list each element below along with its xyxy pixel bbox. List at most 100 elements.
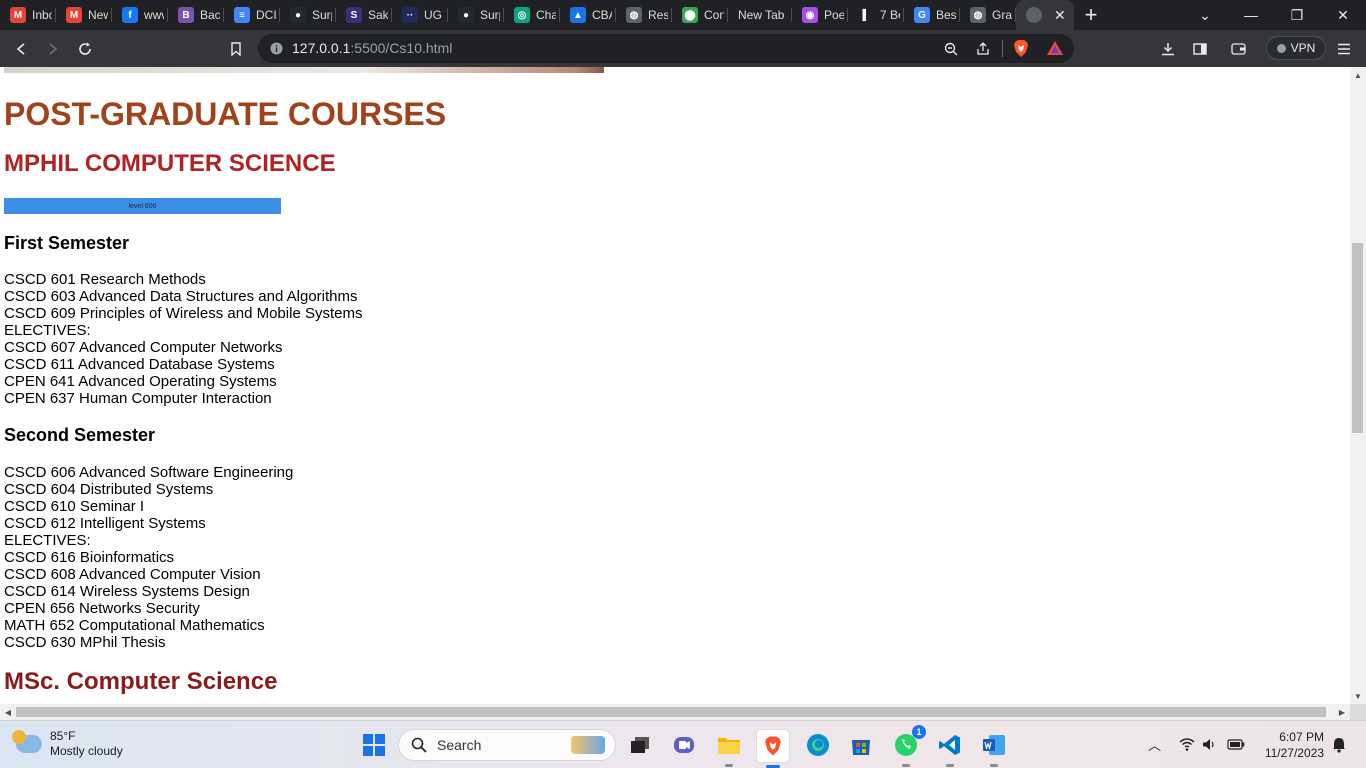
tab-search-chevron-icon[interactable]: ⌄ bbox=[1182, 0, 1228, 30]
browser-tab[interactable]: M New bbox=[56, 0, 112, 30]
back-arrow-icon bbox=[16, 42, 25, 55]
vertical-scroll-thumb[interactable] bbox=[1352, 243, 1363, 433]
tab-title: www bbox=[144, 8, 164, 22]
browser-tab[interactable]: ·· UG bbox=[392, 0, 448, 30]
browser-tab[interactable]: ◉ Poe bbox=[792, 0, 848, 30]
browser-tab[interactable]: ● Surp bbox=[280, 0, 336, 30]
tab-title: Best bbox=[936, 8, 956, 22]
search-placeholder: Search bbox=[437, 737, 482, 753]
close-tab-icon[interactable]: ✕ bbox=[1048, 7, 1072, 24]
browser-tab[interactable]: ▲ CBA bbox=[560, 0, 616, 30]
taskbar-search[interactable]: Search bbox=[398, 729, 616, 761]
browser-tab[interactable]: B Back bbox=[168, 0, 224, 30]
cloud-sun-icon bbox=[12, 730, 42, 753]
course-item: CPEN 637 Human Computer Interaction bbox=[4, 390, 272, 407]
volume-icon[interactable] bbox=[1202, 738, 1217, 751]
scroll-left-arrow-icon[interactable]: ◀ bbox=[0, 704, 16, 720]
brave-shields-icon[interactable] bbox=[1012, 39, 1030, 58]
tab-title: Inbox bbox=[32, 8, 52, 22]
globe-icon: ◍ bbox=[626, 7, 642, 23]
vpn-button[interactable]: VPN bbox=[1266, 36, 1326, 60]
new-tab-button[interactable]: + bbox=[1074, 0, 1108, 30]
scrollbar-corner bbox=[1350, 704, 1366, 720]
horizontal-scrollbar[interactable]: ◀ ▶ bbox=[0, 704, 1350, 720]
next-program-heading: MSc. Computer Science bbox=[4, 668, 278, 695]
clock[interactable]: 6:07 PM 11/27/2023 bbox=[1256, 729, 1324, 761]
level-label: level 600 bbox=[128, 202, 157, 210]
level-bar: level 600 bbox=[4, 198, 281, 214]
wallet-button[interactable] bbox=[1222, 30, 1254, 67]
poe-icon: ◉ bbox=[802, 7, 818, 23]
vscode-button[interactable] bbox=[934, 729, 966, 767]
brave-rewards-icon[interactable] bbox=[1046, 40, 1064, 56]
browser-tab[interactable]: New Tab bbox=[728, 0, 792, 30]
brave-taskbar-button[interactable] bbox=[756, 729, 790, 768]
browser-tab[interactable]: G Best bbox=[904, 0, 960, 30]
edge-button[interactable] bbox=[802, 729, 834, 761]
start-button[interactable] bbox=[358, 729, 390, 761]
browser-tab[interactable]: ≡ DCI bbox=[224, 0, 280, 30]
scroll-up-arrow-icon[interactable]: ▲ bbox=[1350, 67, 1366, 83]
clock-date: 11/27/2023 bbox=[1264, 746, 1324, 760]
google-icon: G bbox=[914, 7, 930, 23]
minimize-button[interactable]: — bbox=[1228, 0, 1274, 30]
course-item: CSCD 612 Intelligent Systems bbox=[4, 515, 206, 532]
active-browser-tab[interactable]: ✕ bbox=[1016, 0, 1074, 30]
browser-tab[interactable]: M Inbox bbox=[0, 0, 56, 30]
scroll-right-arrow-icon[interactable]: ▶ bbox=[1334, 704, 1350, 720]
browser-tab[interactable]: ◍ Grad bbox=[960, 0, 1016, 30]
browser-tab[interactable]: ◍ Rese bbox=[616, 0, 672, 30]
browser-tab[interactable]: S Saka bbox=[336, 0, 392, 30]
scroll-down-arrow-icon[interactable]: ▼ bbox=[1350, 688, 1366, 704]
course-item: CSCD 614 Wireless Systems Design bbox=[4, 583, 250, 600]
browser-tab[interactable]: ● Surp bbox=[448, 0, 504, 30]
store-icon bbox=[852, 740, 870, 755]
sidebar-button[interactable] bbox=[1184, 30, 1216, 67]
gmail-icon: M bbox=[10, 7, 26, 23]
second-semester-course-list: CSCD 606 Advanced Software Engineering CS… bbox=[4, 464, 293, 651]
course-item: CSCD 616 Bioinformatics bbox=[4, 549, 175, 566]
windows-icon bbox=[363, 734, 385, 756]
word-button[interactable] bbox=[978, 729, 1010, 767]
header-image bbox=[4, 67, 604, 73]
browser-tab[interactable]: ⬤ Con bbox=[672, 0, 728, 30]
close-window-button[interactable]: ✕ bbox=[1320, 0, 1366, 30]
file-explorer-button[interactable] bbox=[713, 729, 745, 767]
sidebar-icon bbox=[1193, 42, 1207, 55]
zoom-icon[interactable] bbox=[944, 42, 958, 56]
whatsapp-button[interactable]: 1 bbox=[890, 725, 926, 767]
tab-title: New Tab bbox=[738, 8, 785, 22]
info-icon[interactable] bbox=[270, 42, 283, 55]
task-view-button[interactable] bbox=[624, 729, 656, 761]
battery-icon[interactable] bbox=[1227, 739, 1245, 750]
weather-widget[interactable]: 85°F Mostly cloudy bbox=[12, 729, 123, 759]
maps-icon: ⬤ bbox=[682, 7, 698, 23]
browser-tab[interactable]: fwww bbox=[112, 0, 168, 30]
github-icon: ● bbox=[458, 7, 474, 23]
program-heading: MPHIL COMPUTER SCIENCE bbox=[4, 150, 336, 177]
bookmark-icon bbox=[231, 41, 241, 56]
back-button[interactable] bbox=[5, 30, 37, 67]
share-icon[interactable] bbox=[976, 42, 990, 56]
tab-title: Chat bbox=[536, 8, 556, 22]
store-button[interactable] bbox=[845, 729, 877, 761]
running-indicator bbox=[946, 764, 954, 767]
gmail-icon: M bbox=[66, 7, 82, 23]
menu-button[interactable] bbox=[1328, 30, 1360, 67]
notification-bell-icon[interactable] bbox=[1332, 737, 1346, 753]
address-bar[interactable]: 127.0.0.1:5500/Cs10.html bbox=[258, 34, 1074, 63]
reload-button[interactable] bbox=[69, 30, 101, 67]
browser-tab[interactable]: ◎ Chat bbox=[504, 0, 560, 30]
vertical-scrollbar[interactable]: ▲ ▼ bbox=[1350, 67, 1366, 704]
tab-title: DCI bbox=[256, 8, 276, 22]
horizontal-scroll-thumb[interactable] bbox=[16, 707, 1326, 717]
bookmark-button[interactable] bbox=[220, 30, 252, 67]
downloads-button[interactable] bbox=[1152, 30, 1184, 67]
wifi-icon[interactable] bbox=[1179, 738, 1195, 751]
vscode-icon bbox=[939, 735, 960, 755]
browser-tab[interactable]: ▌ 7 Be bbox=[848, 0, 904, 30]
forward-button[interactable] bbox=[37, 30, 69, 67]
restore-button[interactable]: ❐ bbox=[1274, 0, 1320, 30]
teams-chat-button[interactable] bbox=[668, 729, 700, 761]
show-hidden-icons-chevron-icon[interactable]: ︿ bbox=[1148, 735, 1161, 754]
